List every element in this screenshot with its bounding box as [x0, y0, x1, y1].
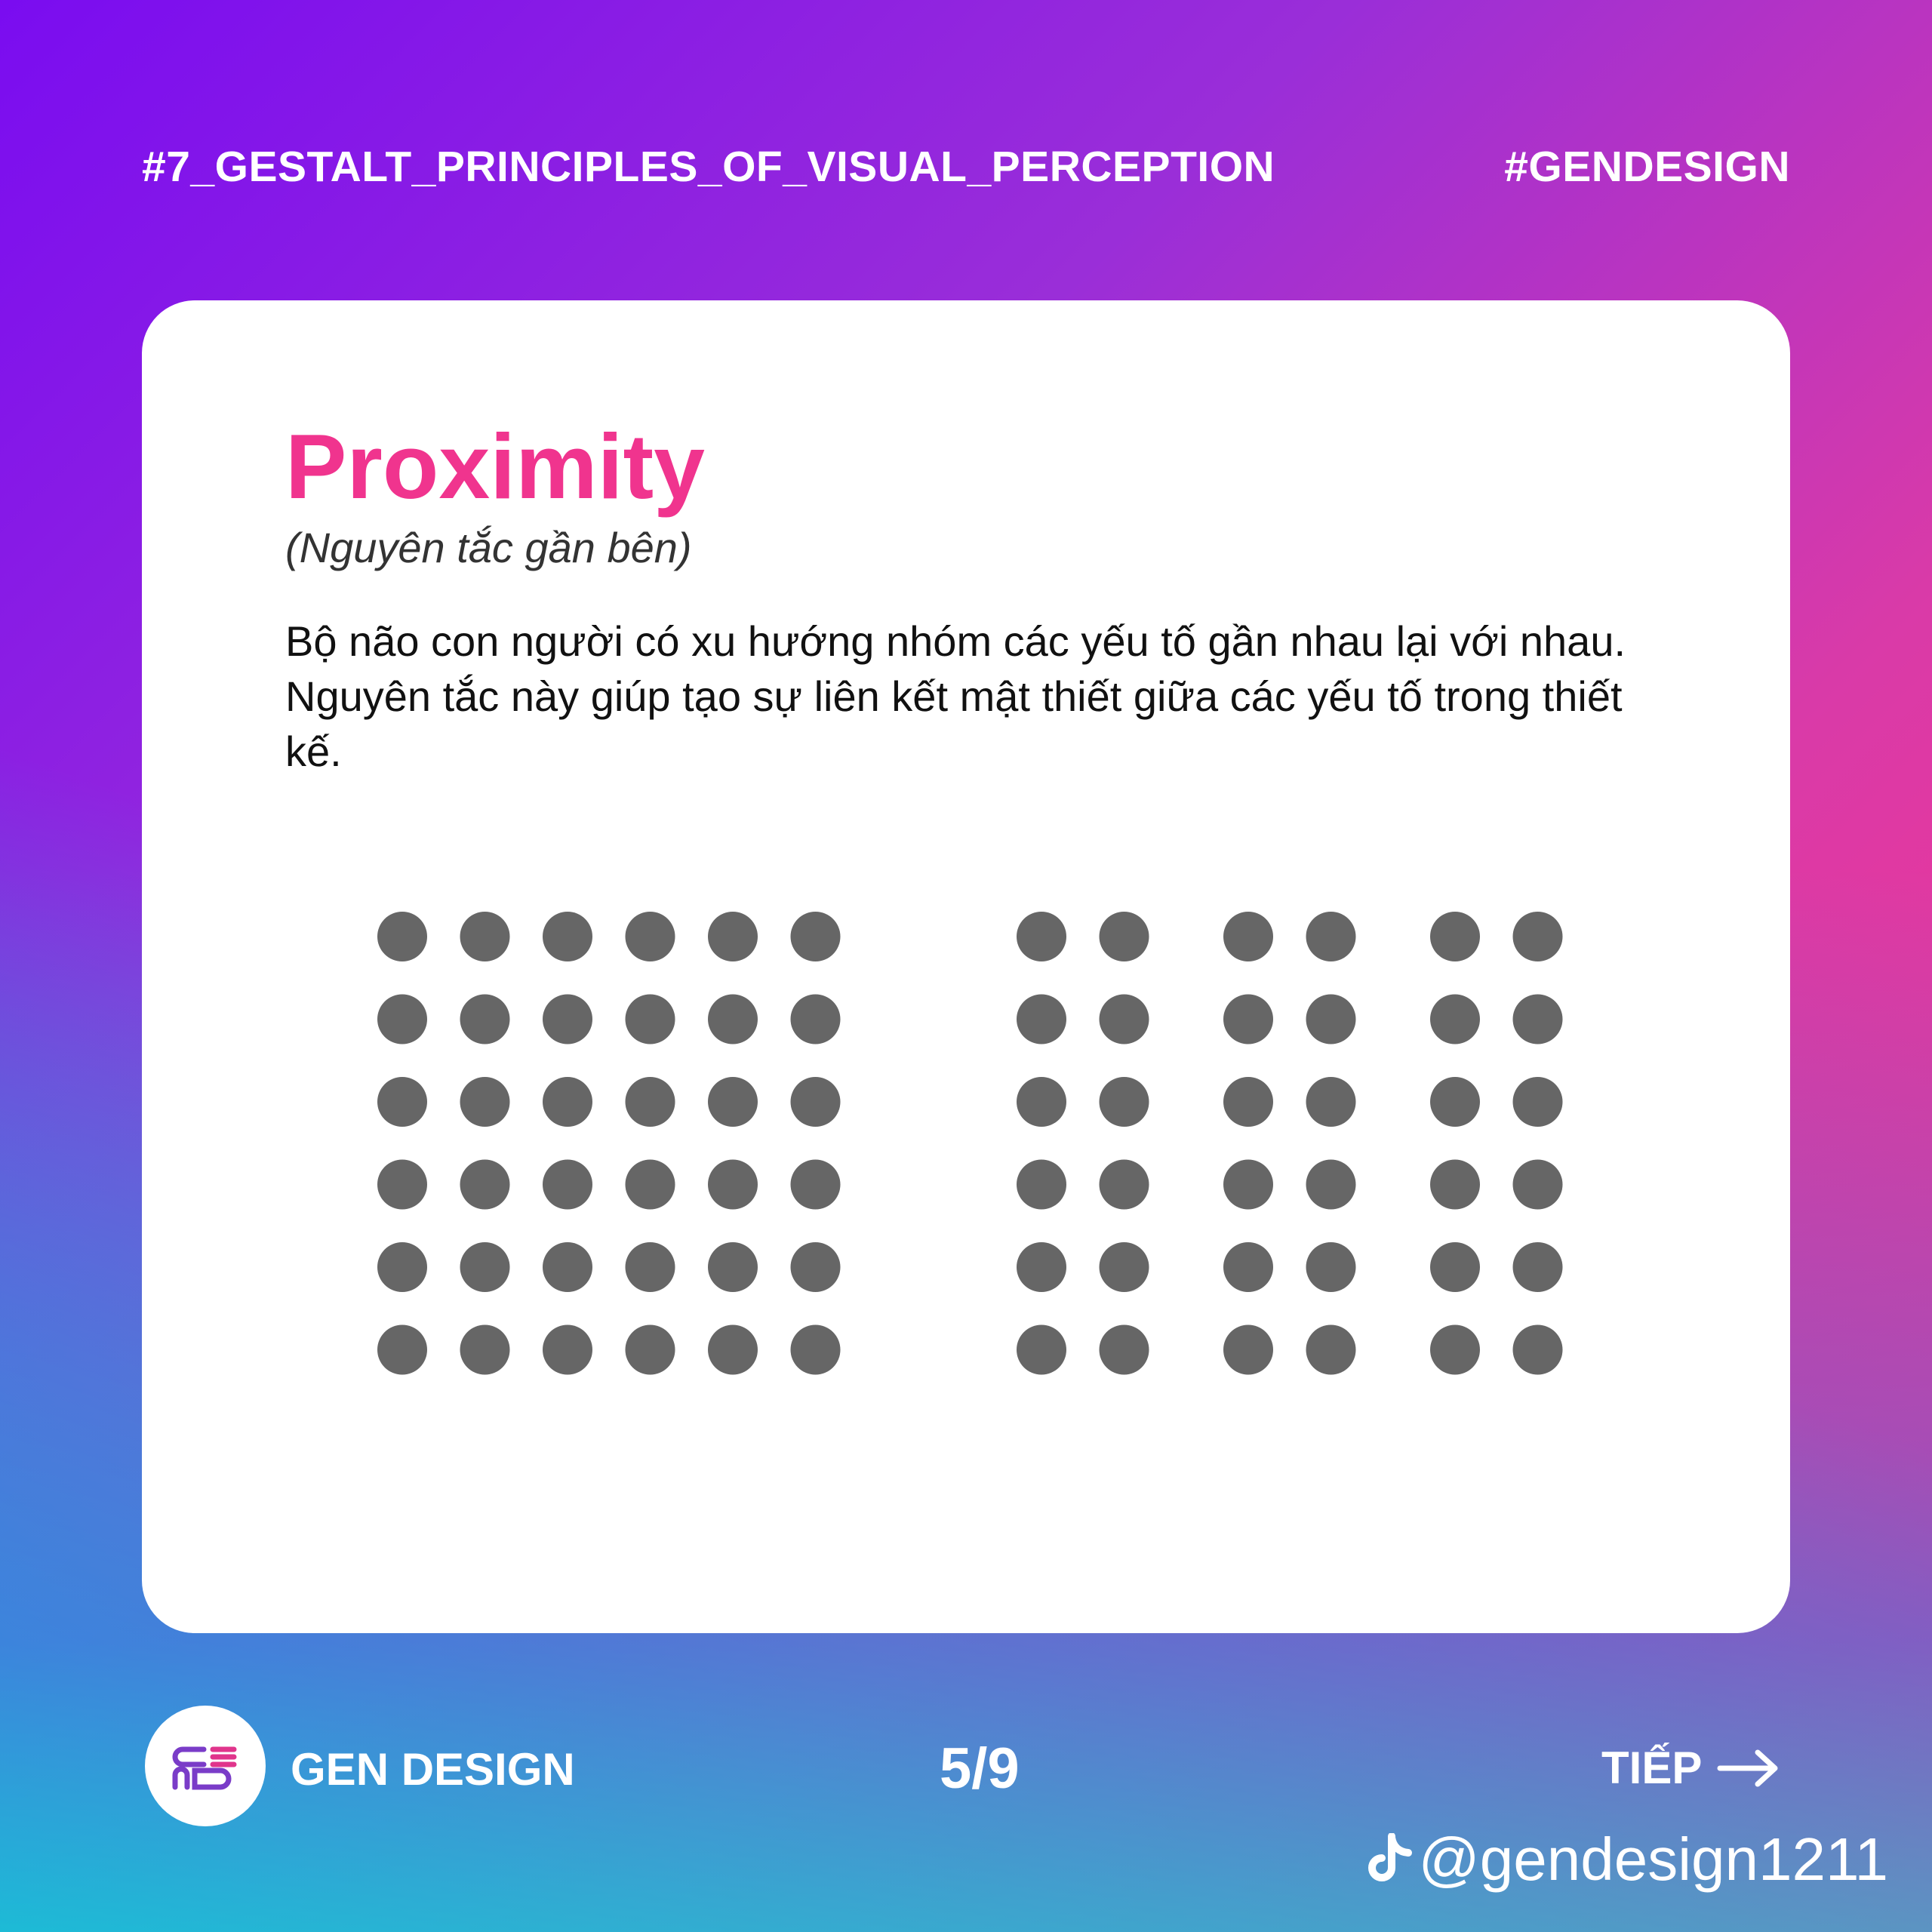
dot — [625, 912, 675, 961]
arrow-right-icon — [1717, 1749, 1778, 1786]
dot — [625, 1324, 675, 1375]
dot — [625, 1077, 675, 1127]
dot — [790, 1159, 841, 1210]
dot — [1512, 994, 1563, 1044]
dot — [1306, 1324, 1356, 1375]
dot — [377, 1159, 427, 1210]
dot — [1306, 912, 1356, 961]
dot — [543, 994, 592, 1044]
dot — [1223, 1077, 1273, 1127]
dot — [1223, 912, 1273, 961]
dot — [543, 1324, 592, 1375]
dot — [1099, 994, 1149, 1044]
social-handle-link[interactable]: @gendesign1211 — [1366, 1825, 1888, 1894]
dot — [1223, 1159, 1273, 1210]
dot — [1306, 1242, 1356, 1292]
dot — [1017, 994, 1066, 1044]
dot — [790, 1242, 841, 1292]
dot — [543, 1077, 592, 1127]
dot — [1512, 1159, 1563, 1210]
dot — [1306, 1159, 1356, 1210]
dot — [1099, 1077, 1149, 1127]
proximity-illustration — [377, 912, 1563, 1375]
dot — [1512, 912, 1563, 961]
dot — [1017, 1159, 1066, 1210]
series-hashtag: #7_GESTALT_PRINCIPLES_OF_VISUAL_PERCEPTI… — [142, 143, 1275, 191]
dot — [460, 994, 510, 1044]
dot — [1017, 1324, 1066, 1375]
dot — [377, 1077, 427, 1127]
dot — [543, 912, 592, 961]
dot — [625, 994, 675, 1044]
dot — [790, 994, 841, 1044]
dot — [460, 1159, 510, 1210]
dot — [460, 912, 510, 961]
dot — [708, 1159, 758, 1210]
dot — [377, 1324, 427, 1375]
dot — [708, 994, 758, 1044]
dot — [625, 1159, 675, 1210]
content-card: Proximity (Nguyên tắc gần bên) Bộ não co… — [142, 300, 1790, 1633]
dot — [460, 1324, 510, 1375]
dot — [543, 1159, 592, 1210]
dot — [543, 1242, 592, 1292]
dot — [377, 912, 427, 961]
dot — [1017, 1242, 1066, 1292]
dot — [1306, 1077, 1356, 1127]
next-button[interactable]: TIẾP — [1601, 1742, 1779, 1794]
dot — [790, 1077, 841, 1127]
uniform-dot-grid — [377, 912, 841, 1375]
dot — [790, 912, 841, 961]
brand-name: GEN DESIGN — [291, 1744, 575, 1795]
dot — [1430, 1159, 1480, 1210]
dot — [460, 1242, 510, 1292]
dot — [1099, 1324, 1149, 1375]
dot — [1099, 1159, 1149, 1210]
dot — [790, 1324, 841, 1375]
dot — [1512, 1242, 1563, 1292]
brand-hashtag: #GENDESIGN — [1504, 143, 1790, 191]
page-indicator: 5/9 — [940, 1737, 1020, 1801]
dot — [377, 1242, 427, 1292]
dot — [1430, 1242, 1480, 1292]
dot — [708, 1242, 758, 1292]
dot — [1017, 1077, 1066, 1127]
dot — [460, 1077, 510, 1127]
social-handle: @gendesign1211 — [1418, 1826, 1888, 1893]
dot — [1223, 1242, 1273, 1292]
dot — [1512, 1324, 1563, 1375]
gen-design-logo-icon — [145, 1706, 266, 1826]
dot — [1512, 1077, 1563, 1127]
dot — [1223, 1324, 1273, 1375]
dot — [1430, 994, 1480, 1044]
dot — [1017, 912, 1066, 961]
dot — [625, 1242, 675, 1292]
dot — [708, 912, 758, 961]
dot — [708, 1324, 758, 1375]
dot — [1430, 912, 1480, 961]
dot — [1099, 1242, 1149, 1292]
grouped-dot-grid — [1017, 912, 1563, 1375]
dot — [1099, 912, 1149, 961]
dot — [377, 994, 427, 1044]
next-label: TIẾP — [1601, 1743, 1703, 1793]
tiktok-icon — [1367, 1833, 1412, 1881]
dot — [1430, 1077, 1480, 1127]
dot — [1306, 994, 1356, 1044]
dot — [1430, 1324, 1480, 1375]
dot — [708, 1077, 758, 1127]
dot — [1223, 994, 1273, 1044]
